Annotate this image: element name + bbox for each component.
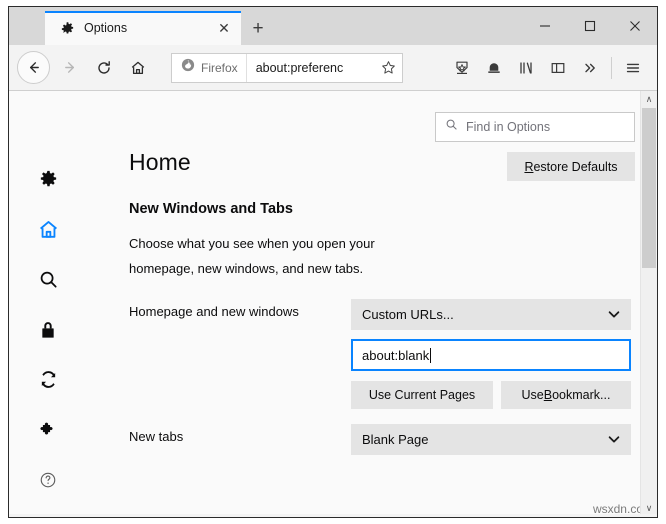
find-in-options-input[interactable]: Find in Options [435, 112, 635, 142]
preferences-sidebar [9, 91, 87, 517]
home-icon [38, 219, 59, 245]
custom-url-input[interactable]: about:blank [351, 339, 631, 371]
custom-url-value: about:blank [362, 347, 430, 363]
chevron-down-icon [608, 308, 620, 321]
sidebar-item-privacy-security[interactable] [9, 307, 87, 357]
back-button[interactable] [17, 51, 50, 84]
use-bookmark-label: ookmark... [552, 388, 611, 402]
tab-strip-left-spacer [9, 7, 45, 45]
section-description: Choose what you see when you open your h… [129, 236, 375, 276]
homepage-row-label: Homepage and new windows [129, 304, 299, 319]
url-input[interactable]: about:preferenc [247, 53, 374, 82]
newtabs-row-label: New tabs [129, 429, 184, 444]
sidebar-item-search[interactable] [9, 257, 87, 307]
window-controls [522, 7, 657, 45]
sidebar-icon[interactable] [542, 51, 574, 85]
url-value: about:preferenc [255, 60, 344, 75]
magnifier-icon [38, 269, 59, 295]
tab-title: Options [84, 21, 128, 35]
star-icon[interactable] [374, 54, 402, 82]
reload-button[interactable] [87, 51, 121, 85]
sidebar-item-sync[interactable] [9, 357, 87, 407]
content-scrollbar[interactable]: ∧ ∨ [640, 91, 657, 517]
sync-icon [38, 369, 59, 395]
close-icon[interactable]: ✕ [215, 19, 233, 37]
use-bookmark-accesskey: B [543, 388, 553, 402]
sidebar-item-help[interactable] [9, 457, 87, 507]
overflow-icon[interactable] [574, 51, 606, 85]
question-circle-icon [39, 471, 57, 494]
newtabs-select[interactable]: Blank Page [351, 424, 631, 455]
restore-defaults-button[interactable]: Restore Defaults [507, 152, 635, 181]
find-placeholder: Find in Options [466, 120, 551, 134]
gear-icon [59, 20, 75, 36]
scroll-up-icon[interactable]: ∧ [641, 91, 657, 108]
content-bottom-edge [9, 514, 657, 517]
use-bookmark-prefix: Use [521, 388, 544, 402]
minimize-button[interactable] [522, 7, 567, 45]
use-current-pages-button[interactable]: Use Current Pages [351, 381, 493, 409]
chevron-down-icon [608, 433, 620, 446]
text-caret [430, 347, 432, 363]
tab-options[interactable]: Options ✕ [45, 11, 241, 45]
toolbar-icons [446, 51, 649, 85]
browser-window: Options ✕ + Firefox about:preferenc Find… [8, 6, 658, 518]
forward-button[interactable] [53, 51, 87, 85]
library-icon[interactable] [510, 51, 542, 85]
sidebar-item-general[interactable] [9, 157, 87, 207]
newtabs-select-value: Blank Page [362, 432, 429, 447]
close-window-button[interactable] [612, 7, 657, 45]
url-bar[interactable]: Firefox about:preferenc [171, 52, 403, 83]
sidebar-item-home[interactable] [9, 207, 87, 257]
restore-defaults-label: estore Defaults [533, 159, 618, 174]
menu-icon[interactable] [617, 51, 649, 85]
toolbar-divider [611, 56, 612, 79]
puzzle-icon [38, 420, 58, 445]
new-tab-button[interactable]: + [241, 11, 275, 45]
use-bookmark-button[interactable]: Use Bookmark... [501, 381, 631, 409]
firefox-logo-icon [181, 58, 195, 77]
home-button[interactable] [121, 51, 155, 85]
homepage-select-value: Custom URLs... [362, 307, 454, 322]
pocket-icon[interactable] [446, 51, 478, 85]
tab-strip: Options ✕ + [9, 7, 657, 45]
preferences-pane: Find in Options Home Restore Defaults Ne… [87, 91, 657, 517]
section-heading: New Windows and Tabs [129, 201, 293, 217]
lock-icon [38, 320, 58, 345]
scrollbar-thumb[interactable] [642, 108, 656, 268]
homepage-select[interactable]: Custom URLs... [351, 299, 631, 330]
sidebar-item-extensions[interactable] [9, 407, 87, 457]
identity-label: Firefox [201, 60, 238, 75]
search-icon [445, 118, 458, 136]
gear-icon [38, 169, 59, 195]
identity-box[interactable]: Firefox [172, 53, 247, 82]
maximize-button[interactable] [567, 7, 612, 45]
preferences-content: Find in Options Home Restore Defaults Ne… [9, 91, 657, 517]
account-icon[interactable] [478, 51, 510, 85]
page-title: Home [129, 149, 191, 175]
restore-defaults-accesskey: R [524, 159, 534, 174]
navigation-toolbar: Firefox about:preferenc [9, 45, 657, 91]
url-fade-overlay [340, 53, 374, 82]
